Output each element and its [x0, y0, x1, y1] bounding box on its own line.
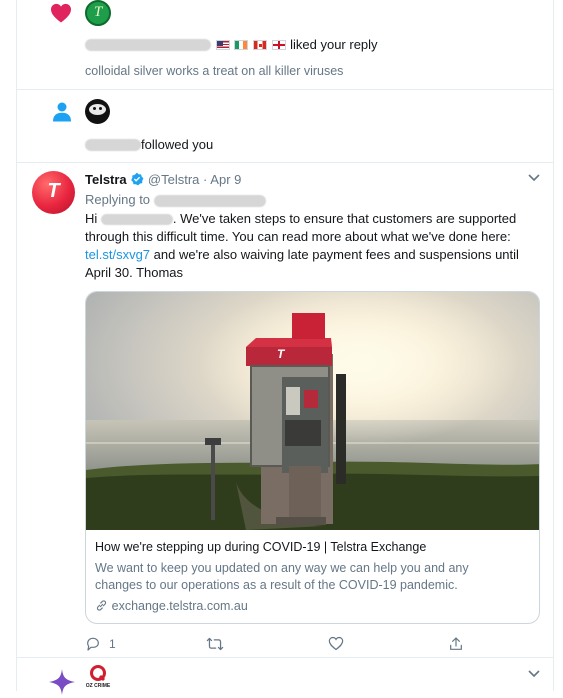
tweet-body: Hi . We've taken steps to ensure that cu… — [85, 210, 540, 282]
us-flag-icon — [215, 39, 230, 50]
replying-to: Replying to — [85, 192, 266, 207]
payphone-photo: T — [86, 292, 539, 530]
share-icon — [450, 637, 462, 650]
england-flag-icon — [271, 39, 286, 50]
chevron-down-icon[interactable] — [528, 174, 540, 182]
telstra-logo-letter: T — [47, 180, 60, 202]
next-notification[interactable]: OZ CRIME — [17, 658, 553, 698]
canada-flag-icon — [252, 39, 267, 50]
telstra-tweet[interactable]: T Telstra @Telstra · Apr 9 Replying to H… — [17, 163, 553, 658]
notifications-feed: T liked your reply colloidal silver work… — [16, 0, 554, 695]
reply-icon — [87, 637, 99, 651]
like-action-text: liked your reply — [290, 37, 378, 53]
reply-count: 1 — [109, 637, 116, 651]
retweet-icon — [206, 637, 224, 651]
share-button[interactable] — [448, 636, 464, 652]
redacted-username — [153, 194, 266, 207]
body-part-2: and we're also waiving late payment fees… — [85, 247, 519, 280]
chevron-down-icon[interactable] — [528, 670, 540, 678]
verified-badge-icon — [131, 172, 144, 186]
liked-reply-text[interactable]: colloidal silver works a treat on all ki… — [85, 64, 343, 78]
redacted-username — [85, 38, 211, 51]
card-title[interactable]: How we're stepping up during COVID-19 | … — [95, 540, 535, 554]
author-handle[interactable]: @Telstra — [148, 172, 200, 187]
redacted-username — [85, 138, 141, 151]
follower-avatar[interactable] — [85, 99, 110, 124]
oz-crime-logo — [90, 665, 106, 682]
retweet-button[interactable] — [206, 636, 224, 652]
follow-notification[interactable]: followed you — [17, 90, 553, 163]
link-card[interactable]: T How we're stepping up during COVID-19 … — [85, 291, 540, 624]
body-greeting: Hi — [85, 211, 98, 226]
tweet-header: Telstra @Telstra · Apr 9 — [85, 172, 241, 187]
author-name[interactable]: Telstra — [85, 172, 127, 187]
flags — [215, 36, 291, 51]
sparkle-icon — [49, 669, 75, 695]
person-icon — [53, 102, 71, 122]
like-notification[interactable]: T liked your reply colloidal silver work… — [17, 0, 553, 90]
date-separator: · — [203, 172, 208, 187]
replying-label: Replying to — [85, 192, 151, 207]
telstra-avatar[interactable]: T — [32, 171, 75, 214]
oz-crime-avatar[interactable]: OZ CRIME — [85, 665, 111, 691]
follow-line: followed you — [85, 136, 213, 152]
liker-avatar[interactable]: T — [85, 0, 111, 26]
oz-crime-label: OZ CRIME — [85, 683, 111, 689]
like-line: liked your reply — [85, 36, 378, 54]
card-image[interactable]: T — [86, 292, 539, 530]
like-button[interactable] — [328, 636, 344, 651]
reply-button[interactable]: 1 — [85, 636, 116, 652]
tweet-link[interactable]: tel.st/sxvg7 — [85, 247, 150, 262]
card-description: We want to keep you updated on any way w… — [95, 561, 469, 592]
tweet-date[interactable]: Apr 9 — [210, 172, 241, 187]
card-domain: exchange.telstra.com.au — [111, 599, 248, 613]
heart-icon — [51, 3, 71, 23]
follow-action-text: followed you — [141, 137, 214, 153]
link-icon — [96, 600, 107, 611]
card-domain-row: exchange.telstra.com.au — [95, 598, 248, 613]
ireland-flag-icon — [234, 39, 249, 50]
heart-outline-icon — [328, 636, 344, 651]
redacted-username — [100, 214, 173, 226]
